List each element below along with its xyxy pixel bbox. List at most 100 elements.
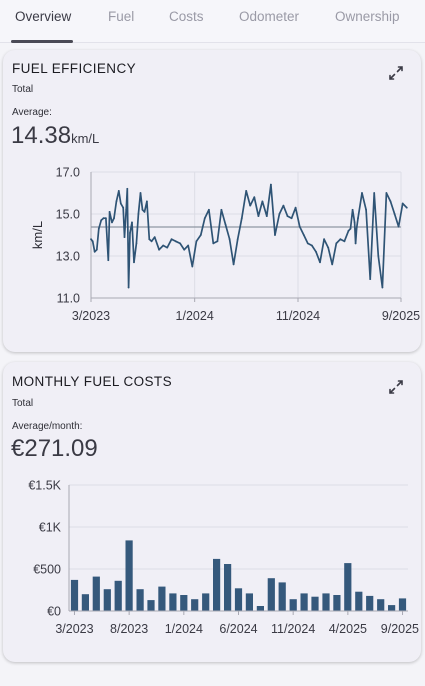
efficiency-data-point [122, 206, 125, 209]
efficiency-data-point [133, 261, 135, 264]
cost-bar [180, 595, 188, 611]
efficiency-data-point [111, 221, 113, 224]
efficiency-data-point [203, 217, 206, 220]
efficiency-data-point [126, 187, 129, 190]
efficiency-data-point [224, 223, 227, 226]
efficiency-data-point [401, 202, 404, 205]
efficiency-data-point [97, 227, 100, 230]
cost-bar [377, 599, 385, 611]
efficiency-data-point [302, 234, 305, 236]
tab-fuel[interactable]: Fuel [108, 9, 134, 24]
cost-bar [366, 595, 374, 611]
y-axis-label: km/L [30, 221, 45, 249]
expand-icon[interactable] [386, 63, 406, 83]
cost-bar [191, 599, 199, 611]
efficiency-data-point [95, 248, 98, 251]
x-tick-label: 9/2025 [382, 309, 420, 323]
efficiency-data-point [220, 208, 223, 211]
efficiency-data-point [153, 236, 156, 238]
efficiency-data-point [373, 192, 376, 194]
monthly-fuel-costs-scope: Total [12, 398, 34, 409]
efficiency-data-point [105, 217, 107, 220]
tab-overview[interactable]: Overview [15, 9, 71, 24]
y-tick-label: 13.0 [56, 250, 80, 264]
cost-bar [92, 576, 100, 611]
cost-bar [136, 589, 144, 611]
monthly-fuel-costs-average-label: Average/month: [12, 421, 83, 432]
tab-odometer[interactable]: Odometer [239, 9, 299, 24]
y-tick-label: €1.5K [28, 479, 61, 493]
efficiency-data-point [150, 240, 153, 243]
cost-bar [125, 540, 133, 611]
efficiency-data-point [365, 208, 367, 211]
x-tick-label: 6/2024 [219, 622, 257, 636]
x-tick-label: 8/2023 [110, 622, 148, 636]
x-tick-label: 11/2024 [276, 309, 320, 323]
efficiency-data-point [100, 219, 103, 222]
efficiency-data-point [236, 238, 239, 241]
fuel-efficiency-card: FUEL EFFICIENCY Total Average: 14.38km/L… [3, 50, 421, 352]
cost-bar [355, 591, 363, 611]
cost-bar [158, 586, 166, 611]
efficiency-series-line [90, 183, 408, 289]
efficiency-data-point [113, 217, 115, 220]
efficiency-data-point [245, 190, 248, 192]
cost-bar [300, 593, 308, 611]
efficiency-data-point [339, 238, 342, 241]
monthly-fuel-costs-chart: €0 €500 €1K €1.5K 3/2023 8/2023 1/2024 6/2024 11… [28, 479, 419, 637]
efficiency-data-point [199, 234, 202, 236]
fuel-efficiency-average-label: Average: [12, 107, 52, 118]
efficiency-data-point [117, 190, 120, 192]
tab-costs[interactable]: Costs [169, 9, 204, 24]
cost-bar [70, 579, 79, 611]
y-tick-label: €0 [47, 605, 61, 619]
efficiency-data-point [137, 213, 140, 215]
cost-bar [81, 594, 89, 611]
cost-bar [256, 606, 264, 611]
efficiency-data-point [240, 217, 243, 220]
fuel-efficiency-average: 14.38km/L [11, 122, 99, 150]
efficiency-data-point [170, 238, 173, 241]
y-tick-label: 17.0 [56, 166, 80, 180]
cost-bar [213, 558, 221, 611]
efficiency-data-point [319, 261, 321, 264]
fuel-efficiency-title: FUEL EFFICIENCY [12, 61, 137, 76]
efficiency-data-point [135, 242, 138, 245]
efficiency-data-point [183, 248, 186, 251]
efficiency-data-point [343, 240, 346, 243]
efficiency-data-point [216, 240, 219, 243]
efficiency-data-point [385, 192, 388, 194]
efficiency-data-point [232, 263, 235, 266]
efficiency-data-point [270, 183, 272, 186]
x-tick-label: 3/2023 [55, 622, 93, 636]
efficiency-data-point [381, 286, 384, 289]
efficiency-data-point [347, 229, 350, 232]
y-tick-label: €500 [33, 563, 61, 577]
cost-bar [114, 580, 122, 611]
efficiency-data-point [93, 250, 96, 253]
efficiency-data-point [187, 244, 190, 247]
monthly-fuel-costs-title: MONTHLY FUEL COSTS [12, 374, 172, 389]
efficiency-data-point [377, 255, 380, 257]
efficiency-data-point [306, 242, 309, 245]
efficiency-data-point [253, 196, 256, 199]
cost-bar [289, 599, 297, 611]
efficiency-data-point [353, 221, 356, 224]
monthly-fuel-costs-average-value: €271.09 [11, 435, 98, 462]
cost-bar [103, 589, 111, 611]
monthly-fuel-costs-card: MONTHLY FUEL COSTS Total Average/month: … [3, 362, 421, 662]
expand-icon[interactable] [386, 377, 406, 397]
cost-bar [333, 595, 341, 611]
y-tick-label: 11.0 [57, 292, 80, 306]
efficiency-data-point [249, 204, 252, 207]
efficiency-data-point [389, 200, 392, 203]
efficiency-data-point [228, 238, 231, 241]
tab-ownership[interactable]: Ownership [335, 9, 400, 24]
efficiency-data-point [265, 215, 268, 217]
efficiency-data-point [357, 217, 359, 220]
cost-bar [388, 605, 396, 611]
efficiency-data-point [315, 250, 317, 253]
cost-bar [311, 596, 319, 611]
active-tab-indicator [11, 40, 73, 43]
efficiency-data-point [261, 200, 264, 203]
